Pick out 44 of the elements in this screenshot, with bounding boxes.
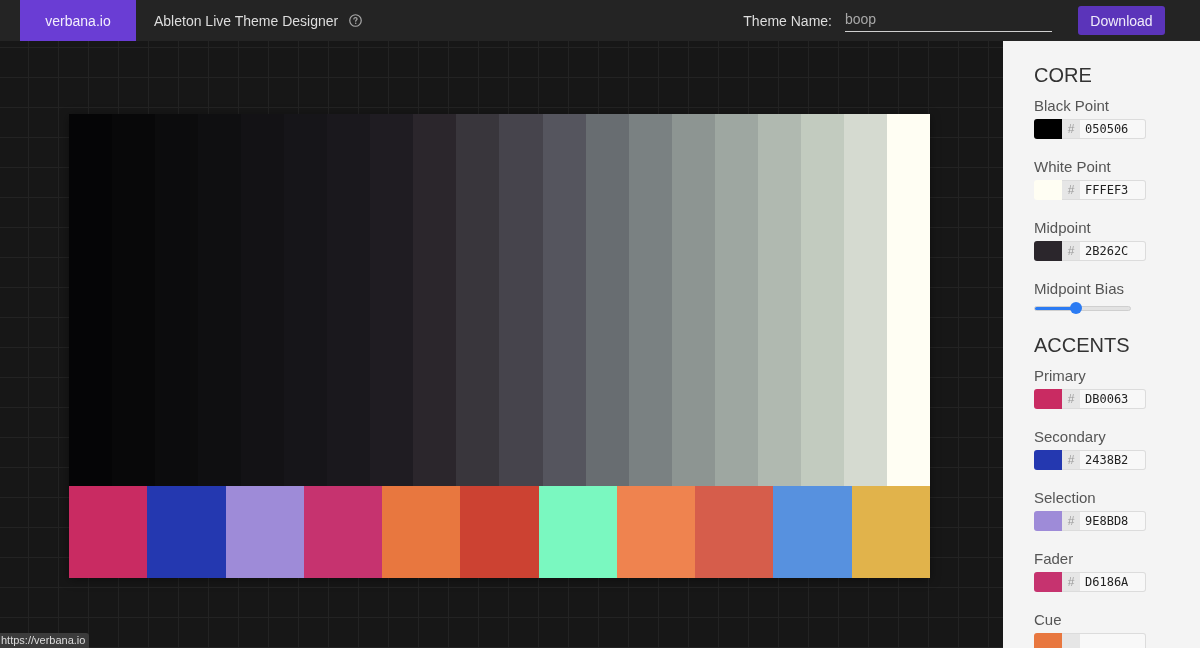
app-title: Ableton Live Theme Designer [154,12,339,29]
hex-field[interactable]: 2B262C [1080,241,1146,261]
color-swatch[interactable] [1034,119,1062,139]
color-swatch[interactable] [1034,572,1062,592]
section-title: ACCENTS [1034,333,1131,357]
hex-field[interactable]: D6186A [1080,572,1146,592]
hex-field[interactable]: DB0063 [1080,389,1146,409]
field-label: Primary [1034,367,1087,385]
theme-name-field[interactable]: boop [845,9,1052,32]
hash-prefix: # [1062,389,1080,409]
hash-prefix: # [1062,119,1080,139]
help-icon[interactable] [349,14,363,27]
logo-link[interactable]: verbana.io [20,0,136,41]
color-swatch[interactable] [1034,511,1062,531]
hex-field[interactable]: 050506 [1080,119,1146,139]
field-label: Black Point [1034,97,1111,115]
color-swatch[interactable] [1034,633,1062,648]
hex-field[interactable] [1080,633,1146,648]
hash-prefix: # [1062,511,1080,531]
slider-thumb[interactable] [1069,301,1082,314]
field-label: Cue [1034,611,1063,629]
field-label: White Point [1034,158,1112,176]
status-url: https://verbana.io [0,633,90,648]
hash-prefix: # [1062,180,1080,200]
slider-track[interactable] [1034,305,1131,311]
field-label: Fader [1034,550,1075,568]
field-label: Secondary [1034,428,1107,446]
field-label: Midpoint Bias [1034,280,1126,298]
hex-field[interactable]: FFFEF3 [1080,180,1146,200]
hex-field[interactable]: 9E8BD8 [1080,511,1146,531]
download-button[interactable]: Download [1078,6,1165,35]
theme-name-label: Theme Name: [743,12,832,29]
section-title: CORE [1034,63,1093,87]
color-swatch[interactable] [1034,450,1062,470]
color-swatch[interactable] [1034,389,1062,409]
hash-prefix: # [1062,572,1080,592]
color-swatch[interactable] [1034,180,1062,200]
prefix-tile [1062,633,1080,648]
color-swatch[interactable] [1034,241,1062,261]
field-label: Selection [1034,489,1097,507]
field-label: Midpoint [1034,219,1092,237]
hash-prefix: # [1062,241,1080,261]
hex-field[interactable]: 2438B2 [1080,450,1146,470]
hash-prefix: # [1062,450,1080,470]
